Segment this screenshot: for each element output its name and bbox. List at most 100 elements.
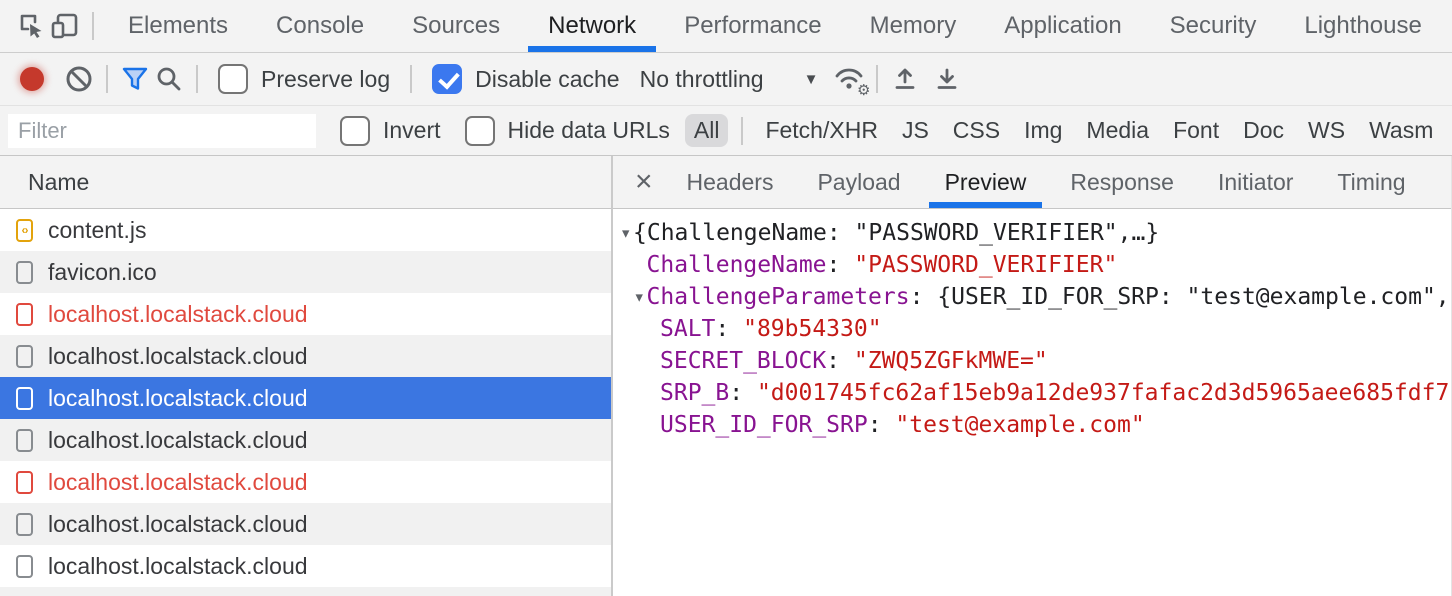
json-tree-line: USER_ID_FOR_SRP: "test@example.com" (613, 409, 1451, 441)
request-row[interactable]: localhost.localstack.cloud (0, 335, 611, 377)
request-row[interactable]: localhost.localstack.cloud (0, 377, 611, 419)
network-toolbar: Preserve log Disable cache No throttling… (0, 53, 1452, 106)
network-main: Name ‹› content.js favicon.ico localhost.lo… (0, 156, 1452, 596)
detail-tab-payload[interactable]: Payload (795, 156, 922, 208)
expander-triangle-icon[interactable]: ▾ (620, 217, 633, 249)
disable-cache-checkbox[interactable] (432, 64, 462, 94)
filter-type-doc[interactable]: Doc (1234, 114, 1293, 147)
json-plain-segment: : (715, 316, 743, 342)
filter-icon[interactable] (118, 62, 152, 96)
request-name: localhost.localstack.cloud (48, 427, 308, 454)
tab-application[interactable]: Application (980, 0, 1145, 52)
preserve-log-checkbox[interactable] (218, 64, 248, 94)
filter-type-media[interactable]: Media (1077, 114, 1158, 147)
hide-data-urls-checkbox[interactable] (465, 116, 495, 146)
device-toolbar-icon[interactable] (48, 9, 82, 43)
tab-lighthouse[interactable]: Lighthouse (1280, 0, 1445, 52)
divider (741, 117, 743, 145)
invert-checkbox[interactable] (340, 116, 370, 146)
request-row[interactable]: favicon.ico (0, 251, 611, 293)
json-plain-segment: : (827, 252, 855, 278)
request-name: localhost.localstack.cloud (48, 385, 308, 412)
close-icon[interactable]: × (613, 165, 665, 199)
request-row[interactable]: localhost.localstack.cloud (0, 503, 611, 545)
request-row[interactable]: localhost.localstack.cloud (0, 545, 611, 587)
name-column-header[interactable]: Name (0, 156, 611, 209)
json-plain-segment: : (868, 412, 896, 438)
filter-input[interactable] (8, 114, 316, 148)
disable-cache-toggle[interactable]: Disable cache (432, 64, 619, 94)
request-name: localhost.localstack.cloud (48, 301, 308, 328)
filter-type-fetchxhr[interactable]: Fetch/XHR (756, 114, 886, 147)
request-table: Name ‹› content.js favicon.ico localhost.lo… (0, 156, 613, 596)
filter-type-font[interactable]: Font (1164, 114, 1228, 147)
json-tree-line: SALT: "89b54330" (613, 313, 1451, 345)
json-plain-segment: {ChallengeName: "PASSWORD_VERIFIER",…} (633, 220, 1159, 246)
request-rows-filler (0, 587, 611, 596)
request-row[interactable]: localhost.localstack.cloud (0, 461, 611, 503)
record-icon[interactable] (20, 67, 44, 91)
request-rows: ‹› content.js favicon.ico localhost.localst… (0, 209, 611, 596)
json-tree-line: SECRET_BLOCK: "ZWQ5ZGFkMWE=" (613, 345, 1451, 377)
script-icon: ‹› (16, 219, 33, 242)
tab-elements[interactable]: Elements (104, 0, 252, 52)
preview-json-tree: ▾{ChallengeName: "PASSWORD_VERIFIER",…}C… (613, 209, 1451, 596)
json-string-segment: "PASSWORD_VERIFIER" (854, 252, 1117, 278)
search-icon[interactable] (152, 62, 186, 96)
json-plain-segment: : (826, 348, 854, 374)
network-conditions-icon[interactable]: ⚙ (832, 62, 866, 96)
tab-performance[interactable]: Performance (660, 0, 845, 52)
detail-tab-initiator[interactable]: Initiator (1196, 156, 1315, 208)
filter-type-wasm[interactable]: Wasm (1360, 114, 1442, 147)
json-string-segment: "89b54330" (743, 316, 881, 342)
json-key-segment: ChallengeParameters (647, 284, 910, 310)
tab-memory[interactable]: Memory (846, 0, 981, 52)
request-name: content.js (48, 217, 146, 244)
hide-data-urls-toggle[interactable]: Hide data URLs (465, 116, 670, 146)
throttling-select[interactable]: No throttling ▼ (640, 66, 819, 93)
filter-type-ws[interactable]: WS (1299, 114, 1354, 147)
request-row[interactable]: ‹› content.js (0, 209, 611, 251)
json-string-segment: "ZWQ5ZGFkMWE=" (854, 348, 1048, 374)
inspect-element-icon[interactable] (14, 9, 48, 43)
filter-bar: Invert Hide data URLs All Fetch/XHRJSCSSI… (0, 106, 1452, 156)
detail-tabs: × HeadersPayloadPreviewResponseInitiator… (613, 156, 1451, 209)
main-tabs: ElementsConsoleSourcesNetworkPerformance… (104, 0, 1446, 52)
document-icon (16, 261, 33, 284)
detail-tab-response[interactable]: Response (1048, 156, 1196, 208)
expander-triangle-icon[interactable]: ▾ (634, 281, 647, 313)
tab-security[interactable]: Security (1146, 0, 1281, 52)
detail-tab-timing[interactable]: Timing (1315, 156, 1427, 208)
document-icon (16, 303, 33, 326)
invert-toggle[interactable]: Invert (340, 116, 441, 146)
import-har-icon[interactable] (888, 62, 922, 96)
detail-tab-headers[interactable]: Headers (665, 156, 796, 208)
invert-label: Invert (383, 117, 441, 144)
filter-type-img[interactable]: Img (1015, 114, 1071, 147)
json-key-segment: SALT (660, 316, 715, 342)
preserve-log-toggle[interactable]: Preserve log (218, 64, 390, 94)
filter-type-css[interactable]: CSS (944, 114, 1009, 147)
clear-icon[interactable] (62, 62, 96, 96)
throttling-value: No throttling (640, 66, 764, 93)
document-icon (16, 513, 33, 536)
hide-data-urls-label: Hide data URLs (508, 117, 670, 144)
export-har-icon[interactable] (930, 62, 964, 96)
request-row[interactable]: localhost.localstack.cloud (0, 293, 611, 335)
json-tree-line: ChallengeName: "PASSWORD_VERIFIER" (613, 249, 1451, 281)
json-tree-line[interactable]: ▾ChallengeParameters: {USER_ID_FOR_SRP: … (613, 281, 1451, 313)
filter-type-manifest[interactable]: Manifest (1448, 114, 1452, 147)
json-tree-line: SRP_B: "d001745fc62af15eb9a12de937fafac2… (613, 377, 1451, 409)
filter-type-js[interactable]: JS (893, 114, 938, 147)
detail-tab-preview[interactable]: Preview (923, 156, 1049, 208)
tab-sources[interactable]: Sources (388, 0, 524, 52)
tab-console[interactable]: Console (252, 0, 388, 52)
document-icon (16, 471, 33, 494)
json-tree-line[interactable]: ▾{ChallengeName: "PASSWORD_VERIFIER",…} (613, 217, 1451, 249)
json-plain-segment: : (910, 284, 938, 310)
request-name: favicon.ico (48, 259, 157, 286)
json-key-segment: SRP_B (660, 380, 729, 406)
request-row[interactable]: localhost.localstack.cloud (0, 419, 611, 461)
tab-network[interactable]: Network (524, 0, 660, 52)
filter-type-all[interactable]: All (685, 114, 729, 147)
